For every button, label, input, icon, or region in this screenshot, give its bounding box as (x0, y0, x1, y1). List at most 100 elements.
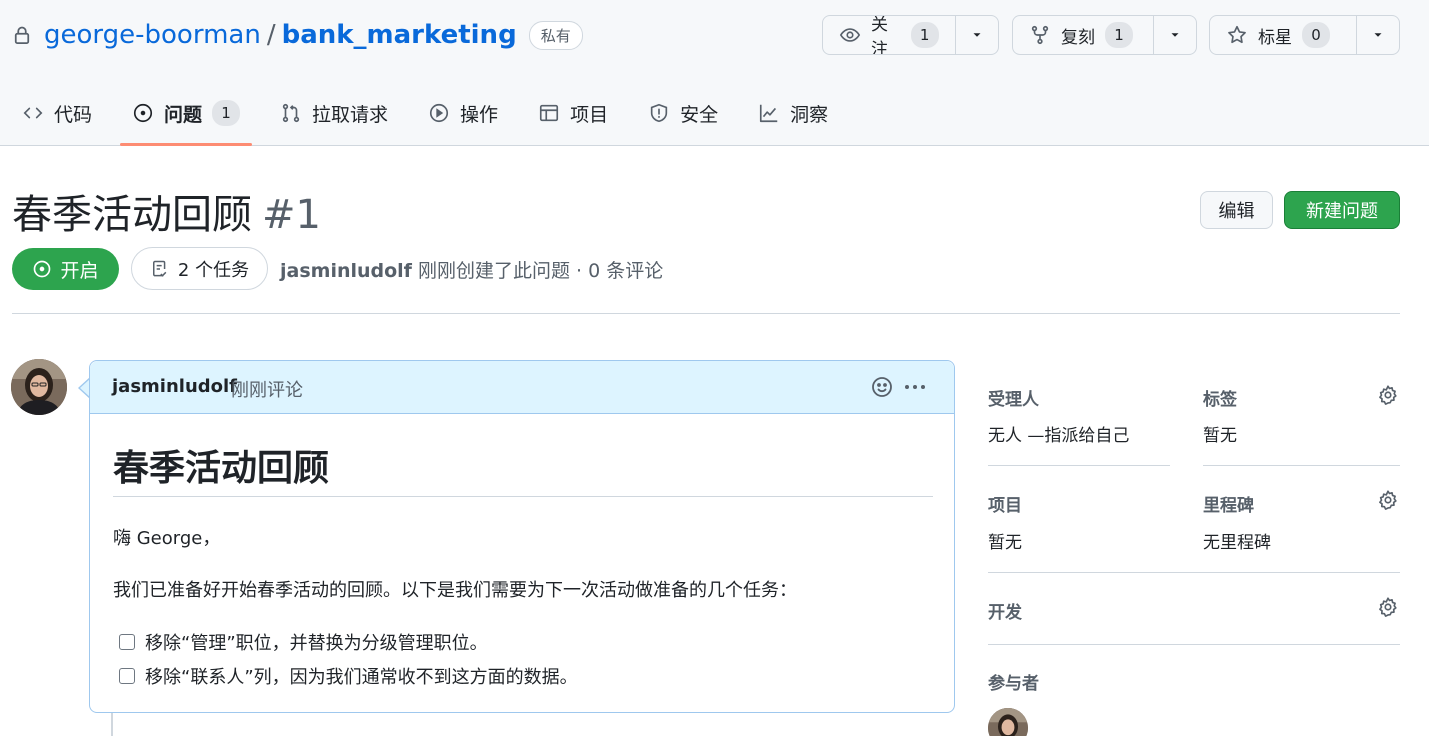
edit-button[interactable]: 编辑 (1200, 191, 1273, 229)
gear-icon[interactable] (1377, 489, 1399, 511)
repo-name-link[interactable]: bank_marketing (282, 20, 517, 50)
issue-opened-icon (132, 102, 154, 124)
caret-down-icon (970, 28, 984, 42)
lock-icon (12, 25, 32, 45)
smiley-icon[interactable] (870, 375, 894, 399)
task-list-item: 移除“联系人”列，因为我们通常收不到这方面的数据。 (119, 663, 578, 689)
issue-title: 春季活动回顾 #1 (12, 182, 321, 240)
issue-opened-icon (32, 259, 52, 279)
sidebar-divider (988, 572, 1400, 573)
watch-dropdown-button[interactable] (954, 16, 998, 54)
issue-meta: jasminludolf 刚刚创建了此问题 · 0 条评论 (280, 256, 663, 283)
fork-dropdown-button[interactable] (1152, 16, 1196, 54)
gear-icon[interactable] (1377, 596, 1399, 618)
repo-nav: 代码 问题 1 拉取请求 操作 项目 安全 洞察 (0, 86, 856, 146)
repo-header: george-boorman / bank_marketing 私有 关注 1 (0, 0, 1429, 146)
tab-actions[interactable]: 操作 (416, 86, 510, 140)
tab-security-label: 安全 (680, 103, 719, 126)
task-text: 移除“联系人”列，因为我们通常收不到这方面的数据。 (145, 667, 578, 688)
code-icon (22, 102, 44, 124)
star-label: 标星 (1258, 27, 1292, 48)
issue-title-text: 春季活动回顾 (12, 192, 252, 238)
visibility-badge: 私有 (528, 20, 583, 50)
timeline-line (111, 710, 113, 736)
task-checkbox[interactable] (119, 634, 135, 650)
fork-label: 复刻 (1061, 27, 1095, 48)
tab-pull-requests[interactable]: 拉取请求 (268, 86, 400, 140)
watch-button[interactable]: 关注 1 (823, 16, 955, 54)
new-issue-button[interactable]: 新建问题 (1284, 191, 1400, 229)
assignees-heading: 受理人 (988, 390, 1039, 410)
star-dropdown-button[interactable] (1355, 16, 1399, 54)
issue-author-link[interactable]: jasminludolf (280, 260, 412, 282)
star-icon (1226, 24, 1248, 46)
development-heading: 开发 (988, 603, 1022, 623)
tab-projects-label: 项目 (570, 103, 609, 126)
fork-icon (1029, 24, 1051, 46)
comment-greeting: 嗨 George， (113, 528, 221, 549)
pull-request-icon (280, 102, 302, 124)
sidebar-divider (988, 465, 1170, 466)
task-text: 移除“管理”职位，并替换为分级管理职位。 (145, 633, 488, 654)
star-button-group: 标星 0 (1209, 15, 1400, 55)
tab-code[interactable]: 代码 (10, 86, 104, 140)
eye-icon (839, 24, 861, 46)
tab-insights[interactable]: 洞察 (746, 86, 840, 140)
projects-value: 暂无 (988, 533, 1022, 553)
fork-button-group: 复刻 1 (1012, 15, 1197, 55)
participant-avatar[interactable] (988, 708, 1028, 736)
graph-icon (758, 102, 780, 124)
watch-button-group: 关注 1 (822, 15, 999, 55)
shield-icon (648, 102, 670, 124)
star-count: 0 (1302, 22, 1330, 48)
star-button[interactable]: 标星 0 (1210, 16, 1356, 54)
fork-count: 1 (1105, 22, 1133, 48)
milestone-value: 无里程碑 (1203, 533, 1271, 553)
issue-number: #1 (262, 192, 321, 238)
tab-issues[interactable]: 问题 1 (120, 86, 253, 146)
comment-timestamp[interactable]: 刚刚评论 (231, 376, 303, 402)
gear-icon[interactable] (1377, 384, 1399, 406)
sidebar-divider (988, 644, 1400, 645)
task-checkbox[interactable] (119, 668, 135, 684)
comment-header: jasminludolf 刚刚评论 (90, 361, 954, 414)
watch-count: 1 (910, 22, 939, 48)
assignees-value[interactable]: 无人 —指派给自己 (988, 421, 1129, 446)
tab-code-label: 代码 (54, 103, 93, 126)
caret-down-icon (1168, 28, 1182, 42)
repo-title: george-boorman / bank_marketing 私有 (12, 14, 583, 56)
issue-state-label: 开启 (60, 259, 99, 282)
tasks-label: 2 个任务 (177, 259, 250, 281)
tab-issues-count: 1 (212, 100, 241, 126)
comment-card: jasminludolf 刚刚评论 春季活动回顾 嗨 George， 我们已准备… (89, 360, 955, 713)
kebab-horizontal-icon[interactable] (902, 375, 928, 399)
caret-down-icon (1371, 28, 1385, 42)
projects-heading: 项目 (988, 496, 1022, 516)
comment-paragraph: 我们已准备好开始春季活动的回顾。以下是我们需要为下一次活动做准备的几个任务： (113, 580, 797, 601)
task-list-item: 移除“管理”职位，并替换为分级管理职位。 (119, 629, 488, 655)
tab-pull-requests-label: 拉取请求 (312, 103, 389, 126)
issue-meta-text: 刚刚创建了此问题 · 0 条评论 (411, 260, 664, 282)
sidebar-divider (1203, 465, 1400, 466)
comment-author-link[interactable]: jasminludolf (112, 376, 237, 397)
repo-path-separator: / (266, 20, 276, 50)
play-icon (428, 102, 450, 124)
tab-insights-label: 洞察 (790, 103, 829, 126)
watch-label: 关注 (871, 15, 888, 55)
checklist-icon (150, 259, 170, 279)
issue-state-badge: 开启 (12, 248, 119, 290)
tab-actions-label: 操作 (460, 103, 499, 126)
tab-security[interactable]: 安全 (636, 86, 730, 140)
milestone-heading: 里程碑 (1203, 496, 1254, 516)
avatar[interactable] (11, 359, 67, 415)
tasks-badge[interactable]: 2 个任务 (131, 247, 268, 290)
participants-heading: 参与者 (988, 674, 1039, 694)
table-icon (538, 102, 560, 124)
repo-owner-link[interactable]: george-boorman (44, 20, 261, 50)
comment-heading: 春季活动回顾 (113, 448, 330, 489)
divider (12, 313, 1400, 314)
tab-projects[interactable]: 项目 (526, 86, 620, 140)
labels-heading: 标签 (1203, 390, 1237, 410)
fork-button[interactable]: 复刻 1 (1013, 16, 1153, 54)
labels-value: 暂无 (1203, 426, 1237, 446)
